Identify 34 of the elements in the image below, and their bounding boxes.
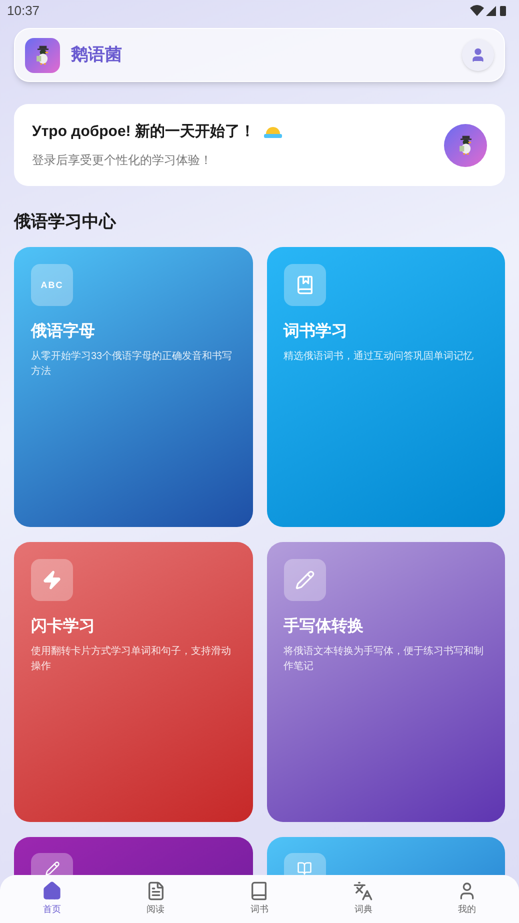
sunrise-icon [262,125,283,139]
home-icon [42,881,62,902]
document-icon [146,881,166,902]
nav-tab[interactable]: 阅读 [104,875,208,923]
nav-tab[interactable]: 词书 [208,875,312,923]
card-description: 使用翻转卡片方式学习单词和句子，支持滑动操作 [31,644,232,674]
app-name: 鹅语菌 [71,44,122,66]
status-time: 10:37 [7,2,40,20]
section-title: 俄语学习中心 [14,211,118,233]
book-icon [294,274,314,294]
card-description: 将俄语文本转换为手写体，便于练习书写和制作笔记 [284,644,484,674]
card-title: 手写体转换 [284,616,364,636]
nav-tab[interactable]: 我的 [415,875,519,923]
pencil-icon [294,570,314,590]
greeting-title: Утро доброе! 新的一天开始了！ [32,122,255,142]
book-icon [249,881,270,902]
card-title: 词书学习 [284,322,348,342]
translate-icon [353,881,374,902]
feature-card[interactable]: 手写体转换 将俄语文本转换为手写体，便于练习书写和制作笔记 [266,542,505,822]
nav-tab[interactable]: 词典 [311,875,416,923]
card-description: 精选俄语词书，通过互动问答巩固单词记忆 [284,350,474,364]
nav-tab[interactable]: 首页 [0,875,104,923]
person-icon [470,47,486,63]
greeting-subtitle: 登录后享受更个性化的学习体验！ [32,152,213,170]
card-title: 俄语字母 [31,321,96,342]
feature-card[interactable]: 闪卡学习 使用翻转卡片方式学习单词和句子，支持滑动操作 [14,542,252,822]
profile-button[interactable] [462,39,494,71]
card-title: 闪卡学习 [31,616,96,636]
abc-icon: ABC [40,280,64,290]
feature-card[interactable] [14,836,252,875]
feature-card[interactable]: 词书学习 精选俄语词书，通过互动问答巩固单词记忆 [266,246,505,526]
card-description: 从零开始学习33个俄语字母的正确发音和书写方法 [31,350,234,378]
feature-card[interactable]: ABC 俄语字母 从零开始学习33个俄语字母的正确发音和书写方法 [14,246,252,526]
lightning-icon [42,570,62,590]
